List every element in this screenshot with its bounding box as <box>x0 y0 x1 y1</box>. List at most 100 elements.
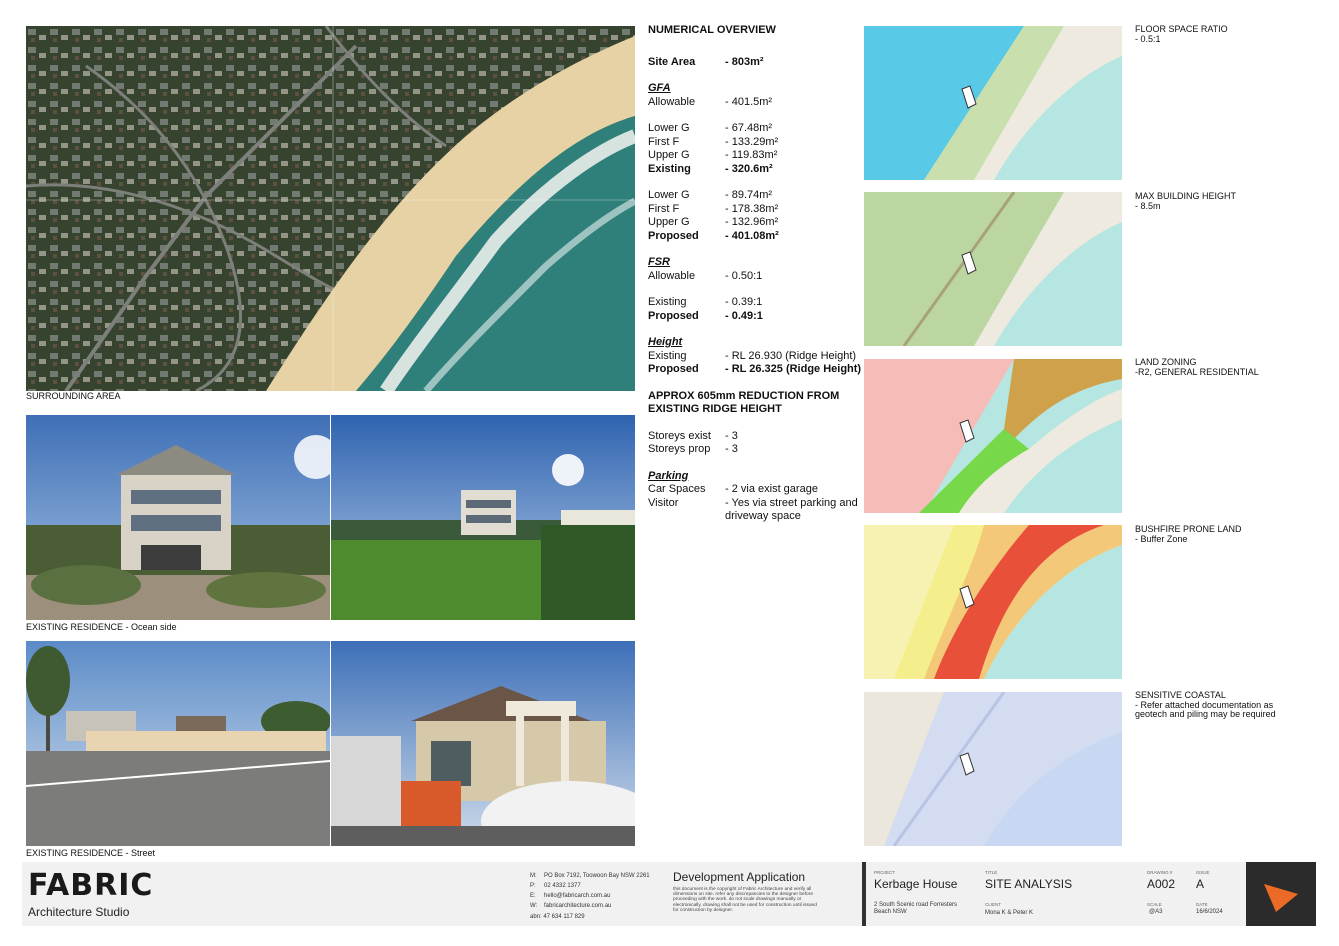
height-map <box>864 192 1122 346</box>
contact-web: fabricarchitecture.com.au <box>544 903 612 909</box>
brand-mark <box>1246 862 1316 926</box>
existing-upper-g-label: Upper G <box>648 149 690 161</box>
drawing-label: DRAWING # <box>1147 870 1173 875</box>
project-address: 2 South Scenic road Forresters Beach NSW <box>874 902 958 915</box>
fsr-allowable-label: Allowable <box>648 269 696 282</box>
existing-lower-g-value: - 67.48m² <box>725 122 773 134</box>
arrow-icon <box>1264 884 1298 912</box>
gfa-heading: GFA <box>648 82 671 94</box>
proposed-upper-g-value: - 132.96m² <box>725 216 779 228</box>
height-proposed-value: - RL 26.325 (Ridge Height) <box>725 363 862 375</box>
car-spaces-value: - 2 via exist garage <box>725 483 818 495</box>
project-label: PROJECT <box>874 870 896 875</box>
date-label: DATE <box>1196 902 1208 907</box>
zoning-map-detail: -R2, GENERAL RESIDENTIAL <box>1135 366 1259 377</box>
fsr-map <box>864 26 1122 180</box>
bushfire-map-label: BUSHFIRE PRONE LAND - Buffer Zone <box>1135 524 1325 544</box>
visitor-value: - Yes via street parking and driveway sp… <box>725 496 858 523</box>
visitor-label: Visitor <box>648 496 679 509</box>
site-area-value: - 803m² <box>725 55 764 68</box>
ocean-side-caption: EXISTING RESIDENCE - Ocean side <box>26 622 177 632</box>
abn: abn: 47 634 117 829 <box>530 914 585 920</box>
coastal-map-detail: - Refer attached documentation as geotec… <box>1135 699 1276 719</box>
bushfire-map <box>864 525 1122 679</box>
storeys-exist-label: Storeys exist <box>648 429 711 442</box>
drawing-number: A002 <box>1147 877 1176 891</box>
height-existing-label: Existing <box>648 349 687 362</box>
existing-first-f-value: - 133.29m² <box>725 135 779 148</box>
contact-key-web: W: <box>530 903 538 909</box>
storeys-prop-label: Storeys prop <box>648 443 711 455</box>
zoning-map-label: LAND ZONING -R2, GENERAL RESIDENTIAL <box>1135 357 1325 377</box>
client-label: CLIENT <box>985 902 1002 907</box>
reduction-note: APPROX 605mm REDUCTION FROM EXISTING RID… <box>648 389 840 416</box>
height-map-label: MAX BUILDING HEIGHT - 8.5m <box>1135 191 1325 211</box>
coastal-map-label: SENSITIVE COASTAL - Refer attached docum… <box>1135 690 1325 720</box>
proposed-upper-g-label: Upper G <box>648 216 690 228</box>
disclaimer: this document is the copyright of Fabric… <box>673 887 817 913</box>
storeys-prop-value: - 3 <box>725 443 738 455</box>
proposed-total-value: - 401.08m² <box>725 229 779 242</box>
existing-first-f-label: First F <box>648 135 680 148</box>
bushfire-map-detail: - Buffer Zone <box>1135 533 1188 544</box>
height-heading: Height <box>648 336 683 348</box>
ocean-side-photo-2 <box>331 415 635 620</box>
fabric-logo: FABRIC <box>28 868 154 903</box>
aerial-photo <box>26 26 635 391</box>
proposed-first-f-label: First F <box>648 202 680 215</box>
height-map-detail: - 8.5m <box>1135 200 1161 211</box>
fsr-allowable-value: - 0.50:1 <box>725 269 763 282</box>
fsr-proposed-label: Proposed <box>648 309 699 322</box>
gfa-allowable-label: Allowable <box>648 95 696 108</box>
street-photo-1 <box>26 641 330 846</box>
contact-phone: 02 4332 1377 <box>544 883 581 889</box>
existing-lower-g-label: Lower G <box>648 122 690 134</box>
proposed-lower-g-value: - 89.74m² <box>725 189 773 201</box>
zoning-map <box>864 359 1122 513</box>
contact-mail: PO Box 7192, Toowoon Bay NSW 2261 <box>544 873 650 879</box>
storeys-exist-value: - 3 <box>725 429 738 442</box>
numerical-overview: NUMERICAL OVERVIEW Site Area - 803m² GFA … <box>648 24 863 524</box>
existing-upper-g-value: - 119.83m² <box>725 149 778 161</box>
date-value: 16/6/2024 <box>1196 909 1223 915</box>
title-label: TITLE <box>985 870 998 875</box>
divider <box>862 862 866 926</box>
issue-label: ISSUE <box>1196 870 1210 875</box>
studio-name: Architecture Studio <box>28 905 130 919</box>
scale-value: @A3 <box>1149 909 1163 915</box>
issue-value: A <box>1196 877 1205 891</box>
existing-total-value: - 320.6m² <box>725 162 773 175</box>
fsr-map-detail: - 0.5:1 <box>1135 33 1161 44</box>
contact-key-mail: M: <box>530 873 537 879</box>
fsr-existing-label: Existing <box>648 296 687 308</box>
fsr-map-label: FLOOR SPACE RATIO - 0.5:1 <box>1135 24 1325 44</box>
car-spaces-label: Car Spaces <box>648 483 706 495</box>
contact-email: hello@fabricarch.com.au <box>544 893 611 899</box>
sheet-title: SITE ANALYSIS <box>985 877 1073 891</box>
fsr-existing-value: - 0.39:1 <box>725 296 763 308</box>
site-area-label: Site Area <box>648 55 696 68</box>
scale-label: SCALE <box>1147 902 1162 907</box>
street-photo-2 <box>331 641 635 846</box>
ocean-side-photo-1 <box>26 415 330 620</box>
coastal-map <box>864 692 1122 846</box>
overview-title: NUMERICAL OVERVIEW <box>648 24 776 36</box>
height-map-title: MAX BUILDING HEIGHT <box>1135 191 1237 201</box>
contact-key-phone: P: <box>530 883 536 889</box>
height-existing-value: - RL 26.930 (Ridge Height) <box>725 349 857 362</box>
client-name: Mona K & Peter K <box>985 910 1034 916</box>
existing-total-label: Existing <box>648 162 691 175</box>
parking-heading: Parking <box>648 469 689 482</box>
fsr-heading: FSR <box>648 256 670 268</box>
fsr-map-title: FLOOR SPACE RATIO <box>1135 24 1228 34</box>
contact-key-email: E: <box>530 893 536 899</box>
project-name: Kerbage House <box>874 877 958 891</box>
proposed-total-label: Proposed <box>648 229 699 242</box>
height-proposed-label: Proposed <box>648 363 699 375</box>
fsr-proposed-value: - 0.49:1 <box>725 309 763 322</box>
proposed-first-f-value: - 178.38m² <box>725 202 779 215</box>
da-title: Development Application <box>673 870 806 884</box>
title-block: FABRIC Architecture Studio M: PO Box 719… <box>22 862 1316 926</box>
gfa-allowable-value: - 401.5m² <box>725 95 773 108</box>
proposed-lower-g-label: Lower G <box>648 189 690 201</box>
